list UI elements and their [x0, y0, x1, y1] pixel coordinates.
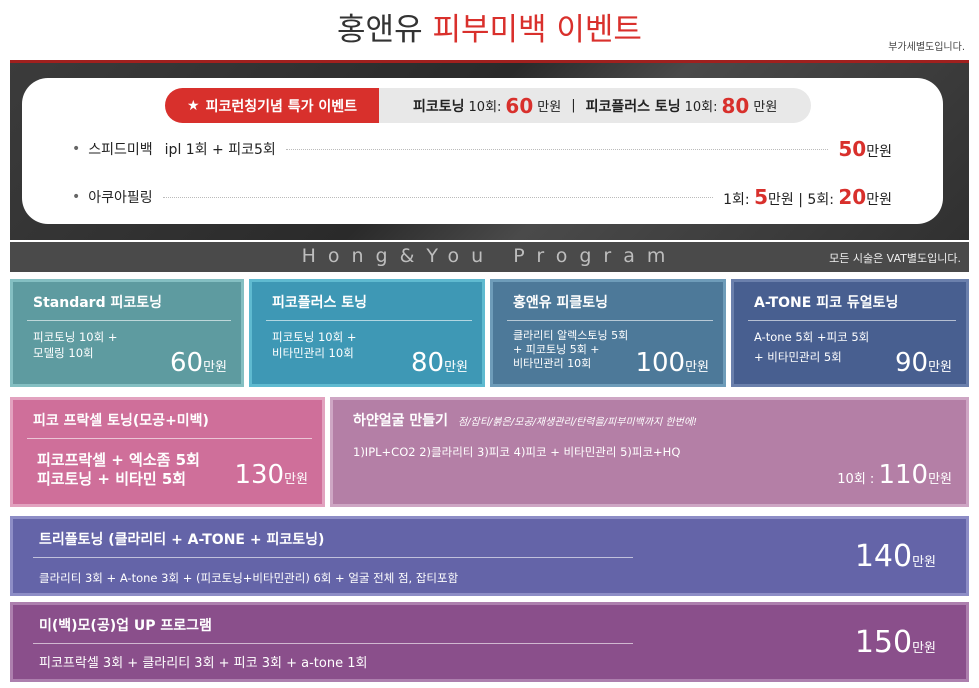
package-price: 60만원 — [169, 348, 227, 378]
package-price: 150만원 — [854, 625, 936, 660]
event-tag-label: 피코런칭기념 특가 이벤트 — [205, 98, 357, 115]
divider — [266, 320, 472, 321]
program-vat-note: 모든 시술은 VAT별도입니다. — [829, 252, 961, 265]
event-row-label: 아쿠아필링 — [88, 190, 153, 206]
event-item2-count: 10회: — [684, 100, 718, 115]
package-mibaek: 미(백)모(공)업 UP 프로그램 피코프락셀 3회 + 클라리티 3회 + 피… — [10, 602, 969, 682]
page-title-main: 홍앤유 — [337, 12, 433, 48]
package-price: 90만원 — [894, 348, 952, 378]
package-title: 피코플러스 토닝 — [272, 295, 368, 311]
package-price: 130만원 — [234, 460, 308, 490]
package-price: 80만원 — [410, 348, 468, 378]
divider — [27, 320, 231, 321]
page-title: 홍앤유 피부미백 이벤트 — [0, 4, 979, 49]
divider — [33, 643, 633, 644]
package-desc: 클라리티 3회 + A-tone 3회 + (피코토닝+비타민관리) 6회 + … — [39, 571, 459, 585]
event-item1-price: 60 — [505, 93, 534, 118]
package-atone: A-TONE 피코 듀얼토닝 A-tone 5회 +피코 5회 + 비타민관리 … — [731, 279, 969, 387]
page-title-accent: 피부미백 이벤트 — [432, 12, 642, 48]
package-triple: 트리플토닝 (클라리티 + A-TONE + 피코토닝) 클라리티 3회 + A… — [10, 516, 969, 596]
package-price: 140만원 — [854, 539, 936, 574]
event-row-price: 50만원 — [838, 137, 892, 161]
program-title: Hong&You Program — [301, 245, 678, 267]
package-white-face: 하얀얼굴 만들기 점/잡티/붉은/모공/재생관리/탄력을/피부미백까지 한번에! … — [330, 397, 969, 507]
package-title: Standard 피코토닝 — [33, 295, 162, 311]
event-row-speed: • 스피드미백 ipl 1회 + 피코5회 50만원 — [72, 137, 892, 161]
event-strip: 피코토닝 10회: 60 만원 | 피코플러스 토닝 10회: 80 만원 — [379, 88, 811, 123]
package-title: 하얀얼굴 만들기 점/잡티/붉은/모공/재생관리/탄력을/피부미백까지 한번에! — [353, 413, 698, 429]
package-title: A-TONE 피코 듀얼토닝 — [754, 295, 899, 311]
event-item1-count: 10회: — [468, 100, 502, 115]
package-peel: 홍앤유 피클토닝 클라리티 알렉스토닝 5회 + 피코토닝 5회 + 비타민관리… — [490, 279, 726, 387]
event-item1-unit: 만원 — [537, 100, 562, 115]
package-title: 홍앤유 피클토닝 — [513, 295, 609, 311]
event-item2-label: 피코플러스 토닝 — [585, 98, 681, 115]
event-tag: ★ 피코런칭기념 특가 이벤트 — [165, 88, 379, 123]
divider — [27, 438, 312, 439]
package-desc: 피코프락셀 3회 + 클라리티 3회 + 피코 3회 + a-tone 1회 — [39, 656, 368, 671]
divider — [33, 557, 633, 558]
package-price: 10회 : 110만원 — [837, 460, 952, 490]
event-row-aqua: • 아쿠아필링 1회: 5만원 | 5회: 20만원 — [72, 185, 892, 209]
divider — [748, 320, 956, 321]
event-item1-label: 피코토닝 — [413, 98, 465, 115]
event-row-detail: ipl 1회 + 피코5회 — [164, 142, 276, 158]
bullet-icon: • — [72, 189, 81, 205]
divider — [507, 320, 713, 321]
package-price: 100만원 — [635, 348, 709, 378]
vat-note-top: 부가세별도입니다. — [888, 42, 965, 53]
package-note: 점/잡티/붉은/모공/재생관리/탄력을/피부미백까지 한번에! — [458, 417, 698, 428]
package-standard: Standard 피코토닝 피코토닝 10회 + 모델링 10회 60만원 — [10, 279, 244, 387]
star-icon: ★ — [187, 97, 200, 114]
dotted-leader — [285, 148, 829, 150]
package-title: 트리플토닝 (클라리티 + A-TONE + 피코토닝) — [39, 532, 325, 548]
package-title: 미(백)모(공)업 UP 프로그램 — [39, 618, 212, 634]
package-plus: 피코플러스 토닝 피코토닝 10회 + 비타민관리 10회 80만원 — [249, 279, 485, 387]
bullet-icon: • — [72, 141, 81, 157]
event-item2-price: 80 — [721, 93, 750, 118]
program-bar: Hong&You Program 모든 시술은 VAT별도입니다. — [10, 242, 969, 272]
package-fractional: 피코 프락셀 토닝(모공+미백) 피코프락셀 + 엑소좀 5회 피코토닝 + 비… — [10, 397, 325, 507]
package-desc: 1)IPL+CO2 2)클라리티 3)피코 4)피코 + 비타민관리 5)피코+… — [353, 445, 681, 459]
event-row-label: 스피드미백 — [88, 142, 153, 158]
event-separator: | — [571, 98, 576, 113]
event-row-price: 1회: 5만원 | 5회: 20만원 — [723, 185, 892, 209]
package-title: 피코 프락셀 토닝(모공+미백) — [33, 413, 209, 429]
dotted-leader — [162, 196, 714, 198]
event-item2-unit: 만원 — [753, 100, 778, 115]
